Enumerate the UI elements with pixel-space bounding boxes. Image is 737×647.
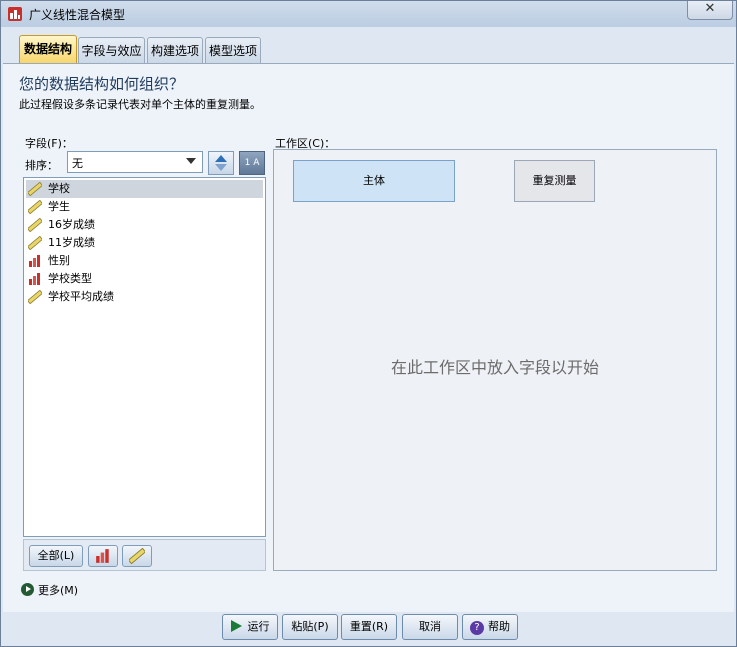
title-bar: 广义线性混合模型 ✕ bbox=[1, 1, 736, 27]
list-item[interactable]: 16岁成绩 bbox=[26, 216, 263, 234]
list-item-label: 学生 bbox=[48, 200, 70, 213]
sort-select[interactable]: 无 bbox=[67, 151, 203, 173]
close-button[interactable]: ✕ bbox=[687, 1, 733, 20]
run-label: 运行 bbox=[247, 620, 270, 633]
tab-bar: 数据结构 字段与效应 构建选项 模型选项 bbox=[1, 35, 736, 63]
play-icon bbox=[230, 620, 242, 632]
footer-buttons: 运行 粘贴(P) 重置(R) 取消 ? 帮助 bbox=[1, 611, 736, 646]
list-item-label: 学校 bbox=[48, 182, 70, 195]
ruler-icon bbox=[28, 290, 42, 304]
list-item-label: 学校类型 bbox=[48, 272, 92, 285]
page-heading: 您的数据结构如何组织？ bbox=[19, 75, 185, 93]
more-options-label: 更多(M) bbox=[38, 584, 79, 597]
ruler-icon bbox=[28, 200, 42, 214]
sort-up-down-icon bbox=[215, 155, 227, 171]
field-list[interactable]: 学校 学生 16岁成绩 11岁成绩 性别 学校类型 学校平均成绩 bbox=[23, 177, 266, 537]
more-options-toggle[interactable]: 更多(M) bbox=[21, 582, 78, 598]
ruler-icon bbox=[28, 236, 42, 250]
sort-alpha-icon: 1 A bbox=[244, 158, 260, 168]
play-circle-icon bbox=[21, 583, 34, 596]
tab-fields-effects[interactable]: 字段与效应 bbox=[78, 37, 145, 63]
reset-button[interactable]: 重置(R) bbox=[341, 614, 397, 640]
help-label: 帮助 bbox=[488, 620, 510, 633]
sort-selected-value: 无 bbox=[72, 157, 83, 170]
ruler-icon bbox=[28, 182, 42, 196]
list-item-label: 性别 bbox=[48, 254, 70, 267]
help-icon: ? bbox=[470, 621, 484, 635]
list-item[interactable]: 学校平均成绩 bbox=[26, 288, 263, 306]
list-item[interactable]: 学生 bbox=[26, 198, 263, 216]
list-item-label: 11岁成绩 bbox=[48, 236, 95, 249]
cancel-button[interactable]: 取消 bbox=[402, 614, 458, 640]
page-description: 此过程假设多条记录代表对单个主体的重复测量。 bbox=[19, 98, 261, 111]
paste-button[interactable]: 粘贴(P) bbox=[282, 614, 338, 640]
sort-direction-button[interactable] bbox=[208, 151, 234, 175]
show-all-button[interactable]: 全部(L) bbox=[29, 545, 83, 567]
dialog-window: 广义线性混合模型 ✕ 数据结构 字段与效应 构建选项 模型选项 您的数据结构如何… bbox=[0, 0, 737, 647]
fields-label: 字段(F)： bbox=[25, 137, 73, 150]
sort-alpha-button[interactable]: 1 A bbox=[239, 151, 265, 175]
list-item-label: 学校平均成绩 bbox=[48, 290, 114, 303]
list-item[interactable]: 11岁成绩 bbox=[26, 234, 263, 252]
tab-data-structure[interactable]: 数据结构 bbox=[19, 35, 77, 63]
help-button[interactable]: ? 帮助 bbox=[462, 614, 518, 640]
list-item-label: 16岁成绩 bbox=[48, 218, 95, 231]
filter-continuous-button[interactable] bbox=[122, 545, 152, 567]
tab-model-options[interactable]: 模型选项 bbox=[205, 37, 261, 63]
bar-chart-icon bbox=[96, 549, 109, 563]
sort-label: 排序： bbox=[25, 159, 58, 172]
ruler-icon bbox=[127, 547, 147, 565]
workspace-hint: 在此工作区中放入字段以开始 bbox=[390, 358, 599, 377]
list-item[interactable]: 学校 bbox=[26, 180, 263, 198]
ruler-icon bbox=[28, 218, 42, 232]
window-title: 广义线性混合模型 bbox=[29, 8, 126, 22]
close-icon: ✕ bbox=[704, 1, 716, 16]
chevron-down-icon bbox=[186, 158, 196, 164]
field-filter-bar: 全部(L) bbox=[23, 539, 266, 571]
subject-drop-target[interactable]: 主体 bbox=[293, 160, 455, 202]
list-item[interactable]: 学校类型 bbox=[26, 270, 263, 288]
tab-build-options[interactable]: 构建选项 bbox=[147, 37, 203, 63]
list-item[interactable]: 性别 bbox=[26, 252, 263, 270]
bar-chart-icon bbox=[29, 255, 40, 267]
bar-chart-icon bbox=[29, 273, 40, 285]
repeated-measures-drop-target[interactable]: 重复测量 bbox=[514, 160, 595, 202]
workspace-drop-zone[interactable]: 主体 重复测量 在此工作区中放入字段以开始 bbox=[273, 149, 717, 571]
filter-categorical-button[interactable] bbox=[88, 545, 118, 567]
run-button[interactable]: 运行 bbox=[222, 614, 278, 640]
app-icon bbox=[8, 7, 22, 21]
